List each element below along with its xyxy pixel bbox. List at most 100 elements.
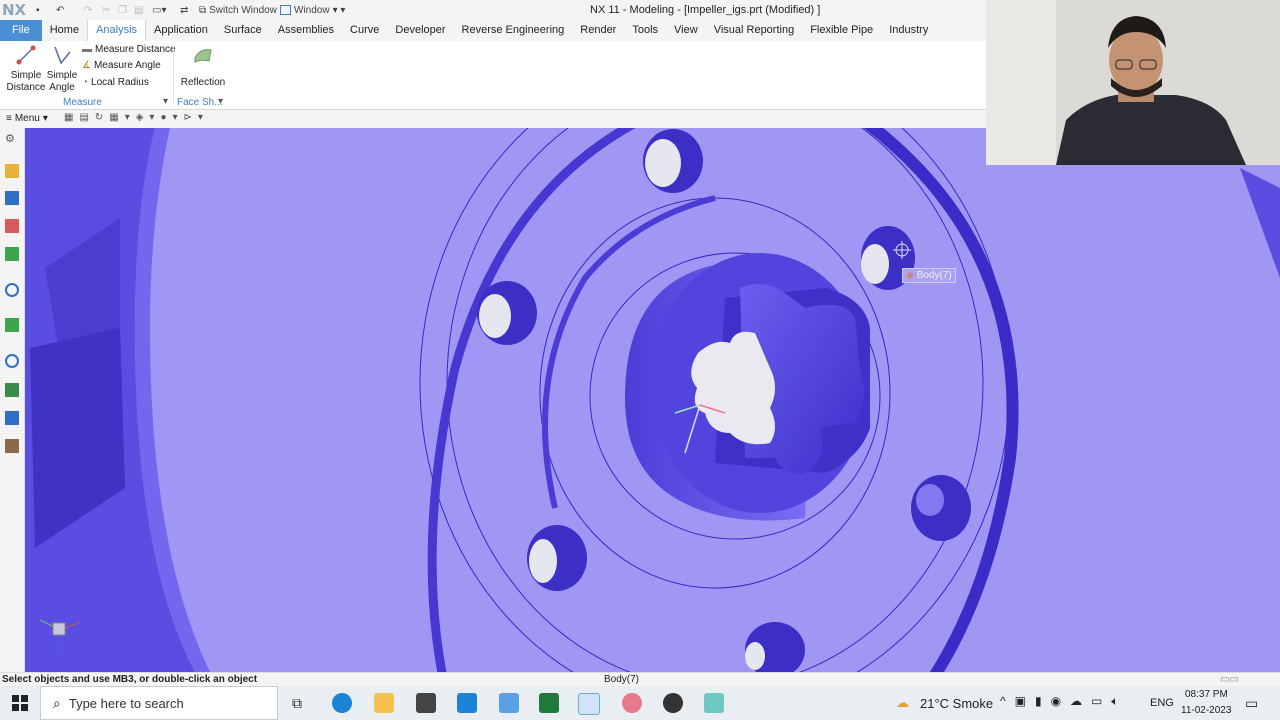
menu-button[interactable]: ≡ Menu ▾ bbox=[6, 113, 48, 124]
taskbar-search[interactable]: ⌕ Type here to search bbox=[40, 686, 278, 720]
resource-bar: ⚙ bbox=[0, 128, 25, 672]
save-icon[interactable]: ▪ bbox=[36, 3, 40, 17]
mail-icon[interactable] bbox=[416, 693, 436, 713]
edge-icon[interactable] bbox=[332, 693, 352, 713]
radius-icon: ◔ bbox=[82, 77, 89, 88]
constraint-navigator-icon[interactable] bbox=[5, 191, 19, 205]
copy-icon[interactable]: ❐ bbox=[118, 3, 127, 17]
group-label-face-shape: Face Sh... bbox=[177, 97, 223, 108]
tab-industry[interactable]: Industry bbox=[881, 20, 936, 41]
weather-text[interactable]: 21°C Smoke bbox=[920, 696, 993, 711]
tab-file[interactable]: File bbox=[0, 20, 42, 41]
top-border-bar: ≡ Menu ▾ ▦▤↻▦▾◈▾●▾⊳▾ bbox=[0, 110, 986, 129]
graphics-window[interactable]: ◈ Body(7) bbox=[25, 128, 1280, 672]
reflection-button[interactable]: Reflection bbox=[180, 44, 226, 89]
simple-angle-icon bbox=[54, 46, 71, 65]
app-icon[interactable] bbox=[663, 693, 683, 713]
switch-window-button[interactable]: ⧉ Switch Window bbox=[199, 3, 277, 17]
history-icon[interactable] bbox=[5, 354, 19, 368]
process-studio-icon[interactable] bbox=[5, 383, 19, 397]
search-placeholder: Type here to search bbox=[68, 695, 184, 711]
tab-visual-reporting[interactable]: Visual Reporting bbox=[706, 20, 803, 41]
ribbon: Simple Distance Simple Angle ▬ Measure D… bbox=[0, 41, 986, 110]
body-icon: ◈ bbox=[906, 270, 914, 281]
status-selection: Body(7) bbox=[604, 674, 640, 685]
ruler-icon: ▬ bbox=[82, 44, 92, 55]
measure-angle-button[interactable]: ∡ Measure Angle bbox=[82, 60, 161, 71]
nx-app-icon[interactable] bbox=[578, 693, 600, 715]
tab-tools[interactable]: Tools bbox=[624, 20, 666, 41]
app-icon[interactable] bbox=[704, 693, 724, 713]
webcam-overlay bbox=[986, 0, 1280, 165]
notification-icon[interactable]: ▭ bbox=[1245, 695, 1258, 712]
tab-flexible-pipe[interactable]: Flexible Pipe bbox=[802, 20, 881, 41]
ribbon-tabs: File Home Analysis Application Surface A… bbox=[0, 20, 986, 41]
status-bar: Select objects and use MB3, or double-cl… bbox=[0, 672, 1280, 687]
group-options-icon[interactable]: ▾ bbox=[218, 96, 223, 107]
clock-date[interactable]: 11-02-2023 bbox=[1181, 705, 1231, 716]
angle-icon: ∡ bbox=[82, 60, 91, 71]
ribbon-divider bbox=[173, 45, 174, 105]
status-prompt: Select objects and use MB3, or double-cl… bbox=[2, 674, 258, 685]
app-icon[interactable] bbox=[539, 693, 559, 713]
chevron-down-icon: ▾ ▾ bbox=[332, 4, 346, 16]
system-tray-icons[interactable]: ^▣▮◉☁▭🔈︎ bbox=[1000, 694, 1128, 709]
repeat-command-icon[interactable]: ▭▾ bbox=[152, 3, 166, 17]
selection-tooltip: ◈ Body(7) bbox=[902, 268, 956, 283]
group-options-icon[interactable]: ▾ bbox=[163, 96, 168, 107]
cut-icon[interactable]: ✂ bbox=[102, 3, 110, 17]
touch-mode-icon[interactable]: ⇄ bbox=[180, 3, 188, 17]
simple-distance-icon bbox=[16, 45, 36, 65]
settings-icon[interactable]: ⚙ bbox=[5, 132, 19, 146]
view-toolbar[interactable]: ▦▤↻▦▾◈▾●▾⊳▾ bbox=[64, 112, 209, 123]
task-view-icon[interactable]: ⧉ bbox=[292, 695, 302, 712]
tab-analysis[interactable]: Analysis bbox=[87, 20, 147, 41]
window-dropdown[interactable]: Window ▾ ▾ bbox=[280, 3, 345, 17]
window-icon bbox=[280, 5, 291, 15]
windows-taskbar: ⌕ Type here to search ⧉ ☁ 21°C Smoke ^▣▮… bbox=[0, 686, 1280, 720]
clock-time[interactable]: 08:37 PM bbox=[1185, 689, 1228, 700]
window-title: NX 11 - Modeling - [Impeller_igs.prt (Mo… bbox=[590, 4, 821, 16]
presenter-video bbox=[986, 0, 1280, 165]
undo-icon[interactable]: ↶ bbox=[56, 3, 64, 17]
reflection-icon bbox=[194, 49, 212, 63]
tab-application[interactable]: Application bbox=[146, 20, 216, 41]
nx-logo: NX bbox=[2, 1, 27, 19]
redo-icon[interactable]: ↷ bbox=[84, 3, 92, 17]
reuse-library-icon[interactable] bbox=[5, 247, 19, 261]
tab-view[interactable]: View bbox=[666, 20, 706, 41]
windows-start-icon[interactable] bbox=[12, 695, 28, 711]
paste-icon[interactable]: ▤ bbox=[134, 3, 143, 17]
part-navigator-icon[interactable] bbox=[5, 219, 19, 233]
system-materials-icon[interactable] bbox=[5, 439, 19, 453]
measure-distance-button[interactable]: ▬ Measure Distance bbox=[82, 44, 176, 55]
language-indicator[interactable]: ENG bbox=[1150, 697, 1174, 709]
app-icon[interactable] bbox=[622, 693, 642, 713]
hd3d-tools-icon[interactable] bbox=[5, 283, 19, 297]
store-icon[interactable] bbox=[457, 693, 477, 713]
tab-curve[interactable]: Curve bbox=[342, 20, 387, 41]
impeller-model bbox=[25, 128, 1280, 672]
tab-assemblies[interactable]: Assemblies bbox=[270, 20, 342, 41]
simple-angle-button[interactable]: Simple Angle bbox=[46, 44, 78, 94]
tab-render[interactable]: Render bbox=[572, 20, 624, 41]
assembly-navigator-icon[interactable] bbox=[5, 164, 19, 178]
view-triad-icon bbox=[39, 619, 81, 655]
tab-home[interactable]: Home bbox=[42, 20, 87, 41]
group-label-measure: Measure bbox=[63, 97, 102, 108]
tab-developer[interactable]: Developer bbox=[387, 20, 453, 41]
menu-icon: ≡ bbox=[6, 113, 12, 124]
web-browser-icon[interactable] bbox=[5, 318, 19, 332]
weather-icon: ☁ bbox=[896, 695, 909, 710]
tab-surface[interactable]: Surface bbox=[216, 20, 270, 41]
local-radius-button[interactable]: ◔ Local Radius bbox=[82, 77, 149, 88]
chevron-down-icon: ▾ bbox=[42, 113, 48, 124]
status-icons[interactable]: ▭▭ bbox=[1220, 674, 1239, 685]
app-icon[interactable] bbox=[499, 693, 519, 713]
tab-reverse-engineering[interactable]: Reverse Engineering bbox=[454, 20, 573, 41]
roles-icon[interactable] bbox=[5, 411, 19, 425]
file-explorer-icon[interactable] bbox=[374, 693, 394, 713]
simple-distance-button[interactable]: Simple Distance bbox=[6, 44, 46, 94]
search-icon: ⌕ bbox=[53, 694, 61, 711]
switch-window-icon: ⧉ bbox=[199, 4, 207, 16]
